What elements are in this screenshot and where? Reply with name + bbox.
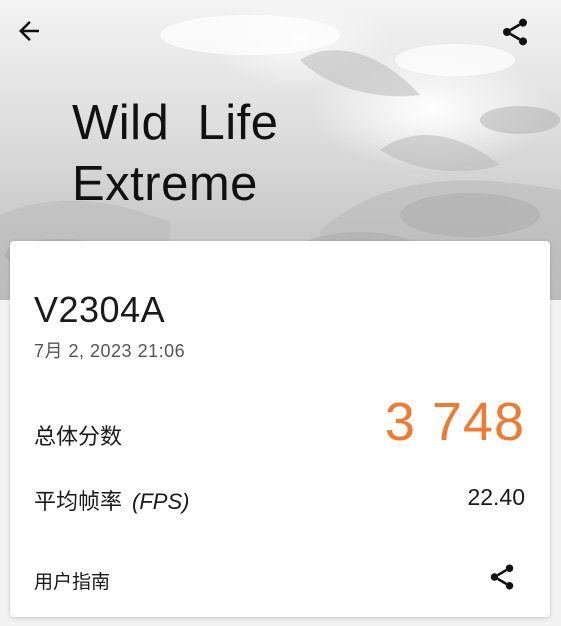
back-button[interactable] [14,16,62,60]
device-name: V2304A [34,289,166,330]
share-icon [503,18,527,46]
average-fps-label: 平均帧率 (FPS) [34,484,189,516]
share-button[interactable] [499,16,547,60]
average-fps-value: 22.40 [467,484,525,510]
user-guide-link[interactable]: 用户指南 [34,567,110,594]
fps-unit: (FPS) [132,489,190,514]
test-date: 7月 2, 2023 21:06 [34,341,186,361]
overall-score-label: 总体分数 [34,424,123,449]
share-icon [490,564,514,590]
average-fps-label-text: 平均帧率 [34,489,123,514]
page-title: Wild Life Extreme [72,96,279,211]
user-guide-share-button[interactable] [482,557,522,597]
overall-score-value: 3 748 [384,392,525,452]
arrow-left-icon [19,21,39,41]
result-card: V2304A 7月 2, 2023 21:06 总体分数 3 748 平均帧率 (… [10,241,550,617]
